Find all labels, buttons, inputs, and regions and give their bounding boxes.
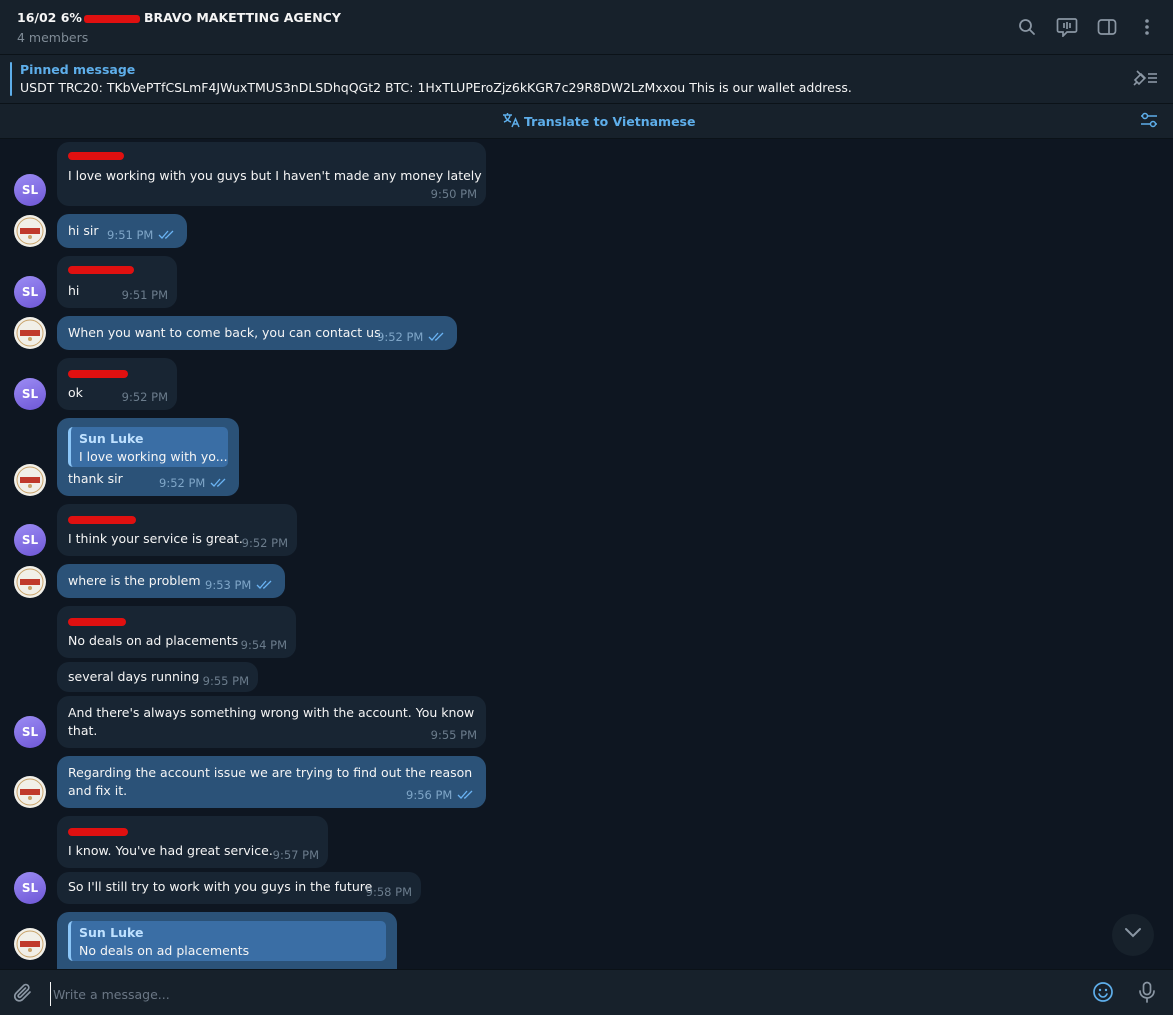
microphone-icon[interactable] [1137, 981, 1157, 1007]
sender-name-redacted [68, 618, 126, 626]
sender-name-redacted [68, 370, 128, 378]
message-composer [0, 969, 1173, 1015]
reply-text: No deals on ad placements [79, 943, 250, 958]
outgoing-message[interactable]: Sun Luke No deals on ad placements [57, 912, 397, 969]
avatar-bravo[interactable] [14, 928, 46, 960]
reply-text: I love working with yo... [79, 449, 228, 464]
title-suffix: BRAVO MAKETTING AGENCY [143, 10, 341, 25]
live-stream-icon[interactable] [1055, 16, 1079, 38]
sender-name-redacted [68, 516, 136, 524]
message-time: 9:57 PM [272, 848, 319, 862]
avatar-bravo[interactable] [14, 464, 46, 496]
sender-name-redacted [68, 828, 128, 836]
avatar-sl[interactable]: SL [14, 378, 46, 410]
message-text: I love working with you guys but I haven… [68, 168, 482, 183]
incoming-message[interactable]: ok 9:52 PM [57, 358, 177, 410]
pinned-label: Pinned message [20, 62, 136, 77]
reply-sender: Sun Luke [79, 431, 144, 446]
message-time: 9:58 PM [365, 885, 412, 899]
message-time: 9:52 PM [159, 476, 228, 491]
message-time: 9:51 PM [107, 228, 176, 243]
pinned-indicator [10, 62, 12, 96]
message-text: several days running [68, 669, 200, 684]
message-time: 9:52 PM [241, 536, 288, 550]
read-checks-icon [210, 477, 228, 491]
search-icon[interactable] [1015, 16, 1039, 38]
scroll-to-bottom-button[interactable] [1112, 914, 1154, 956]
read-checks-icon [158, 229, 176, 243]
avatar-sl[interactable]: SL [14, 174, 46, 206]
message-time: 9:56 PM [406, 788, 475, 803]
avatar-bravo[interactable] [14, 566, 46, 598]
incoming-message[interactable]: So I'll still try to work with you guys … [57, 872, 421, 904]
translate-icon [502, 112, 520, 131]
attach-icon[interactable] [12, 982, 34, 1008]
avatar-bravo[interactable] [14, 776, 46, 808]
more-vert-icon[interactable] [1135, 16, 1159, 38]
incoming-message[interactable]: No deals on ad placements 9:54 PM [57, 606, 296, 658]
outgoing-message[interactable]: Regarding the account issue we are tryin… [57, 756, 486, 808]
emoji-icon[interactable] [1092, 981, 1114, 1007]
message-text: ok [68, 385, 83, 400]
incoming-message[interactable]: I know. You've had great service. 9:57 P… [57, 816, 328, 868]
reply-sender: Sun Luke [79, 925, 144, 940]
translate-settings-icon[interactable] [1140, 111, 1158, 133]
incoming-message[interactable]: several days running 9:55 PM [57, 662, 258, 692]
message-text: where is the problem [68, 573, 201, 588]
message-time: 9:55 PM [430, 728, 477, 742]
incoming-message[interactable]: hi 9:51 PM [57, 256, 177, 308]
message-input[interactable] [50, 982, 1075, 1006]
pinned-list-icon[interactable] [1131, 68, 1159, 92]
reply-quote[interactable]: Sun Luke I love working with yo... [68, 427, 228, 467]
redaction-mark [83, 14, 140, 23]
avatar-sl[interactable]: SL [14, 276, 46, 308]
incoming-message[interactable]: And there's always something wrong with … [57, 696, 486, 748]
translate-button[interactable]: Translate to Vietnamese [502, 112, 695, 131]
outgoing-message[interactable]: When you want to come back, you can cont… [57, 316, 457, 350]
outgoing-message[interactable]: where is the problem 9:53 PM [57, 564, 285, 598]
message-list[interactable]: I love working with you guys but I haven… [0, 139, 1173, 969]
read-checks-icon [256, 579, 274, 593]
sidebar-toggle-icon[interactable] [1095, 16, 1119, 38]
message-text: No deals on ad placements [68, 633, 239, 648]
avatar-bravo[interactable] [14, 215, 46, 247]
message-text: hi [68, 283, 80, 298]
title-prefix: 16/02 6% [17, 10, 82, 25]
reply-quote[interactable]: Sun Luke No deals on ad placements [68, 921, 386, 961]
message-text: And there's always something wrong with … [68, 705, 475, 738]
sender-name-redacted [68, 152, 124, 160]
message-time: 9:51 PM [121, 288, 168, 302]
translate-label: Translate to Vietnamese [524, 114, 696, 129]
message-time: 9:50 PM [430, 187, 477, 201]
message-time: 9:54 PM [240, 638, 287, 652]
message-time: 9:53 PM [205, 578, 274, 593]
outgoing-message[interactable]: Sun Luke I love working with yo... thank… [57, 418, 239, 496]
message-text: So I'll still try to work with you guys … [68, 879, 373, 894]
chat-title[interactable]: 16/02 6% BRAVO MAKETTING AGENCY [17, 10, 341, 25]
outgoing-message[interactable]: hi sir 9:51 PM [57, 214, 187, 248]
incoming-message[interactable]: I love working with you guys but I haven… [57, 142, 486, 206]
pinned-message-bar[interactable]: Pinned message USDT TRC20: TKbVePTfCSLmF… [0, 55, 1173, 104]
chat-header[interactable]: 16/02 6% BRAVO MAKETTING AGENCY 4 members [0, 0, 1173, 55]
avatar-sl[interactable]: SL [14, 524, 46, 556]
read-checks-icon [428, 331, 446, 345]
sender-name-redacted [68, 266, 134, 274]
message-text: hi sir [68, 223, 99, 238]
avatar-sl[interactable]: SL [14, 872, 46, 904]
avatar-sl[interactable]: SL [14, 716, 46, 748]
message-text: I think your service is great. [68, 531, 243, 546]
member-count: 4 members [17, 30, 89, 45]
message-time: 9:52 PM [121, 390, 168, 404]
message-time: 9:52 PM [377, 330, 446, 345]
chevron-down-icon [1124, 927, 1142, 943]
pinned-text: USDT TRC20: TKbVePTfCSLmF4JWuxTMUS3nDLSD… [20, 80, 852, 95]
read-checks-icon [457, 789, 475, 803]
message-time: 9:55 PM [202, 674, 249, 688]
incoming-message[interactable]: I think your service is great. 9:52 PM [57, 504, 297, 556]
translate-bar: Translate to Vietnamese [0, 104, 1173, 139]
message-text: When you want to come back, you can cont… [68, 325, 385, 340]
message-text: I know. You've had great service. [68, 843, 273, 858]
avatar-bravo[interactable] [14, 317, 46, 349]
message-text: thank sir [68, 471, 123, 486]
